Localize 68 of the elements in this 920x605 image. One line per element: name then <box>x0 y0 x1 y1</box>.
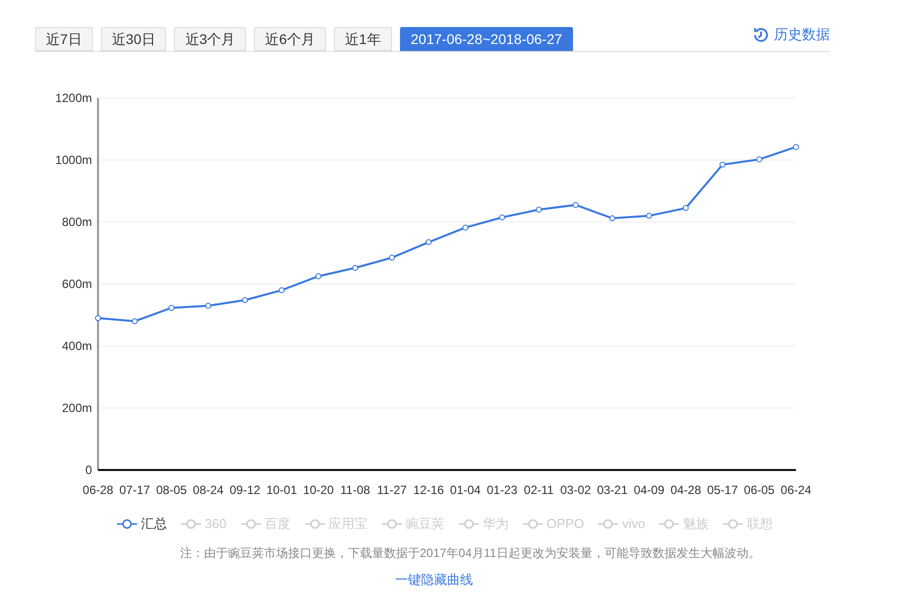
legend-item[interactable]: 汇总 <box>116 514 167 534</box>
legend-line-icon <box>304 518 324 529</box>
data-point <box>168 304 174 311</box>
data-point <box>572 202 579 208</box>
data-point <box>132 318 138 324</box>
data-point <box>426 239 432 246</box>
x-axis-label: 06-24 <box>780 483 812 497</box>
note-text: 注：由于豌豆荚市场接口更换，下载量数据于2017年04月11日起更改为安装量，可能导致数据发生大幅波动。 <box>180 544 760 562</box>
legend-line-icon <box>723 518 744 529</box>
data-point <box>278 287 285 294</box>
x-axis-label: 07-17 <box>119 483 150 497</box>
legend-line-icon <box>458 518 478 529</box>
data-point <box>205 302 212 309</box>
y-axis-label: 0 <box>85 463 92 477</box>
x-axis-label: 06-05 <box>744 483 775 497</box>
x-axis-label: 01-23 <box>486 483 518 497</box>
data-point <box>536 206 542 213</box>
y-axis-label: 400m <box>62 339 92 353</box>
x-axis-label: 10-20 <box>303 483 334 497</box>
date-range-tab[interactable]: 近30日 <box>100 27 166 51</box>
data-point <box>682 205 689 212</box>
legend-line-icon <box>240 518 260 529</box>
y-axis-label: 800m <box>62 215 92 229</box>
history-icon <box>752 26 770 44</box>
y-axis-label: 1200m <box>55 91 92 105</box>
legend-line-icon <box>180 518 201 529</box>
x-axis-label: 11-27 <box>377 483 407 497</box>
x-axis-label: 08-24 <box>192 483 224 497</box>
x-axis-label: 10-01 <box>266 483 298 497</box>
date-range-tab[interactable]: 近1年 <box>334 27 392 51</box>
date-range-tab[interactable]: 2017-06-28~2018-06-27 <box>400 27 574 51</box>
legend-line-icon <box>522 518 542 529</box>
y-axis-label: 1000m <box>55 153 92 167</box>
legend-line-icon <box>598 518 618 529</box>
x-axis-label: 03-02 <box>560 483 591 497</box>
data-point <box>646 212 652 219</box>
x-axis-label: 06-28 <box>82 483 114 497</box>
history-data-link[interactable]: 历史数据 <box>752 24 830 45</box>
date-range-tab[interactable]: 近7日 <box>35 27 93 51</box>
data-point <box>242 297 248 304</box>
x-axis-label: 11-08 <box>340 483 370 497</box>
y-axis-label: 600m <box>62 277 92 291</box>
x-axis-label: 01-04 <box>450 483 481 497</box>
hide-curves-link[interactable]: 一键隐藏曲线 <box>395 570 473 589</box>
x-axis-label: 08-05 <box>156 483 187 497</box>
data-point <box>756 156 762 162</box>
legend-line-icon <box>659 518 680 529</box>
x-axis-label: 02-11 <box>524 483 554 497</box>
date-range-tab[interactable]: 近3个月 <box>174 27 246 51</box>
x-axis-label: 04-28 <box>670 483 702 497</box>
data-point <box>95 315 101 322</box>
x-axis-label: 12-16 <box>413 483 444 497</box>
data-point <box>352 264 358 271</box>
y-axis-label: 200m <box>62 401 92 415</box>
data-point <box>315 273 322 280</box>
data-point <box>388 254 395 261</box>
data-point <box>499 214 506 220</box>
data-point <box>793 144 799 150</box>
data-point <box>720 162 726 168</box>
legend-line-icon <box>382 518 402 529</box>
x-axis-label: 04-09 <box>634 483 664 497</box>
x-axis-label: 05-17 <box>707 483 738 497</box>
x-axis-label: 09-12 <box>230 483 260 497</box>
data-point <box>609 215 616 222</box>
x-axis-label: 03-21 <box>596 483 628 497</box>
date-range-tab[interactable]: 近6个月 <box>254 27 326 51</box>
data-point <box>462 224 468 231</box>
legend-line-icon <box>116 518 137 529</box>
